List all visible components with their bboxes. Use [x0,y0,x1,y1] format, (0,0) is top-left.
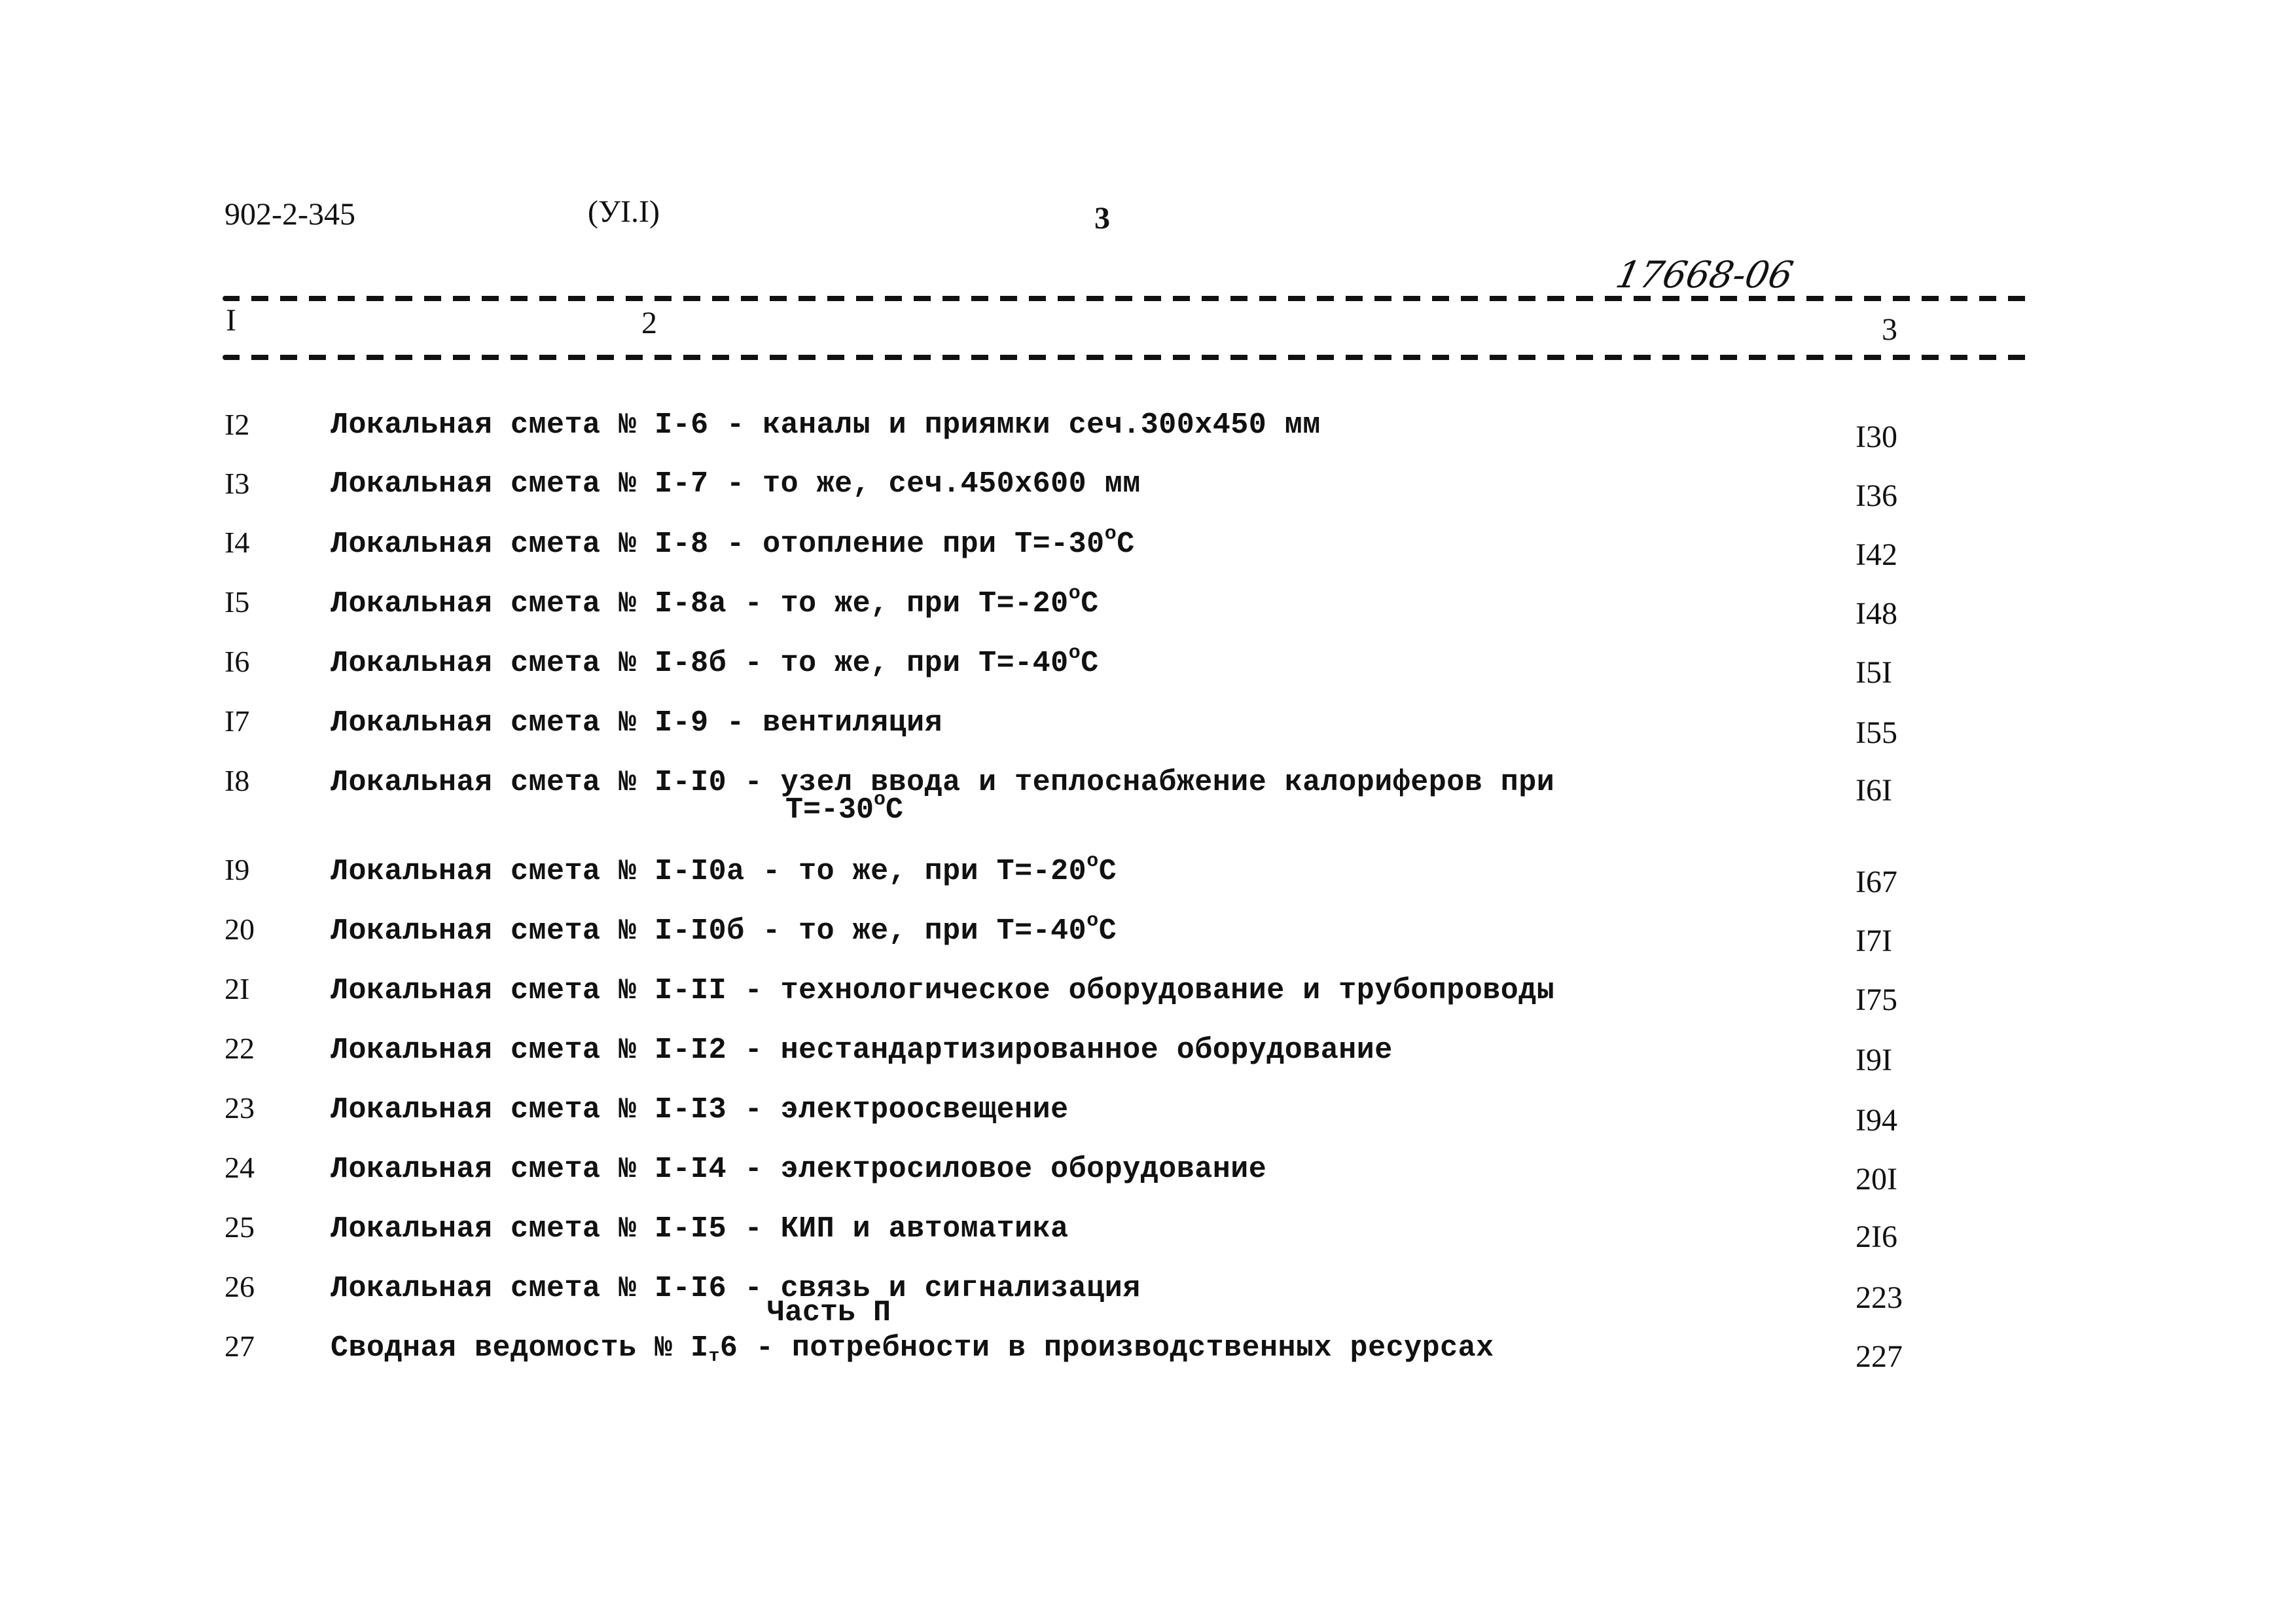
row-number: 22 [224,1032,255,1065]
header-top-dashed-rule [223,296,2036,301]
row-number: 23 [224,1091,255,1125]
row-page: I42 [1856,537,1897,572]
row-description: Локальная смета № I-I3 - электроосвещени… [331,1093,1069,1127]
document-code: 902-2-345 [224,197,355,232]
row-description: Локальная смета № I-8б - то же, при Т=-4… [331,642,1099,680]
row-page: I9I [1856,1043,1892,1077]
row-description: Локальная смета № I-8а - то же, при Т=-2… [331,583,1099,621]
section-label: Часть П [767,1296,891,1329]
row-number: I6 [224,645,250,678]
row-number: 27 [224,1329,255,1363]
row-description-continuation: Т=-30оС [785,789,904,827]
row-page: 227 [1856,1339,1903,1374]
row-page: I48 [1856,596,1897,631]
row-page: I75 [1856,983,1897,1017]
row-page: I7I [1856,924,1892,958]
row-description: Локальная смета № I-9 - вентиляция [331,706,943,740]
row-page: 2I6 [1856,1219,1897,1254]
row-description: Локальная смета № I-I0а - то же, при Т=-… [331,850,1117,888]
page-number: 3 [1094,201,1110,236]
handwritten-reference: 17668-06 [1612,254,1797,297]
row-number: I3 [224,467,250,500]
row-number: 26 [224,1270,255,1303]
row-number: 2I [224,972,250,1005]
row-number: 25 [224,1210,255,1244]
row-description: Сводная ведомость № Iт6 - потребности в … [331,1331,1494,1367]
row-page: I55 [1856,715,1897,750]
row-page: I30 [1856,420,1897,454]
row-page: 20I [1856,1162,1897,1197]
row-page: 223 [1856,1280,1903,1315]
row-number: 24 [224,1151,255,1184]
row-page: I67 [1856,865,1897,899]
row-description: Локальная смета № I-I6 - связь и сигнали… [331,1272,1141,1305]
row-description: Локальная смета № I-I0б - то же, при Т=-… [331,910,1117,948]
volume-label: (УI.I) [588,194,660,229]
row-number: I2 [224,408,250,441]
row-number: I5 [224,585,250,619]
column-header-2: 2 [641,306,657,340]
row-number: I8 [224,764,250,797]
row-page: I36 [1856,478,1897,513]
row-description: Локальная смета № I-8 - отопление при Т=… [331,523,1135,561]
row-description: Локальная смета № I-I5 - КИП и автоматик… [331,1212,1069,1246]
row-description: Локальная смета № I-I2 - нестандартизиро… [331,1034,1393,1067]
row-description: Локальная смета № I-I0 - узел ввода и те… [331,766,1555,799]
row-number: I4 [224,526,250,559]
row-description: Локальная смета № I-7 - то же, сеч.450х6… [331,467,1141,501]
column-header-3: 3 [1882,312,1897,347]
row-description: Локальная смета № I-6 - каналы и приямки… [331,408,1321,442]
row-description: Локальная смета № I-II - технологическое… [331,974,1555,1007]
row-description: Локальная смета № I-I4 - электросиловое … [331,1153,1267,1186]
column-header-1: I [226,303,236,338]
header-bottom-dashed-rule [223,355,2036,360]
row-page: I94 [1856,1103,1897,1138]
row-number: I7 [224,704,250,738]
row-page: I5I [1856,655,1892,690]
row-number: I9 [224,853,250,886]
row-number: 20 [224,912,255,946]
row-page: I6I [1856,773,1892,808]
